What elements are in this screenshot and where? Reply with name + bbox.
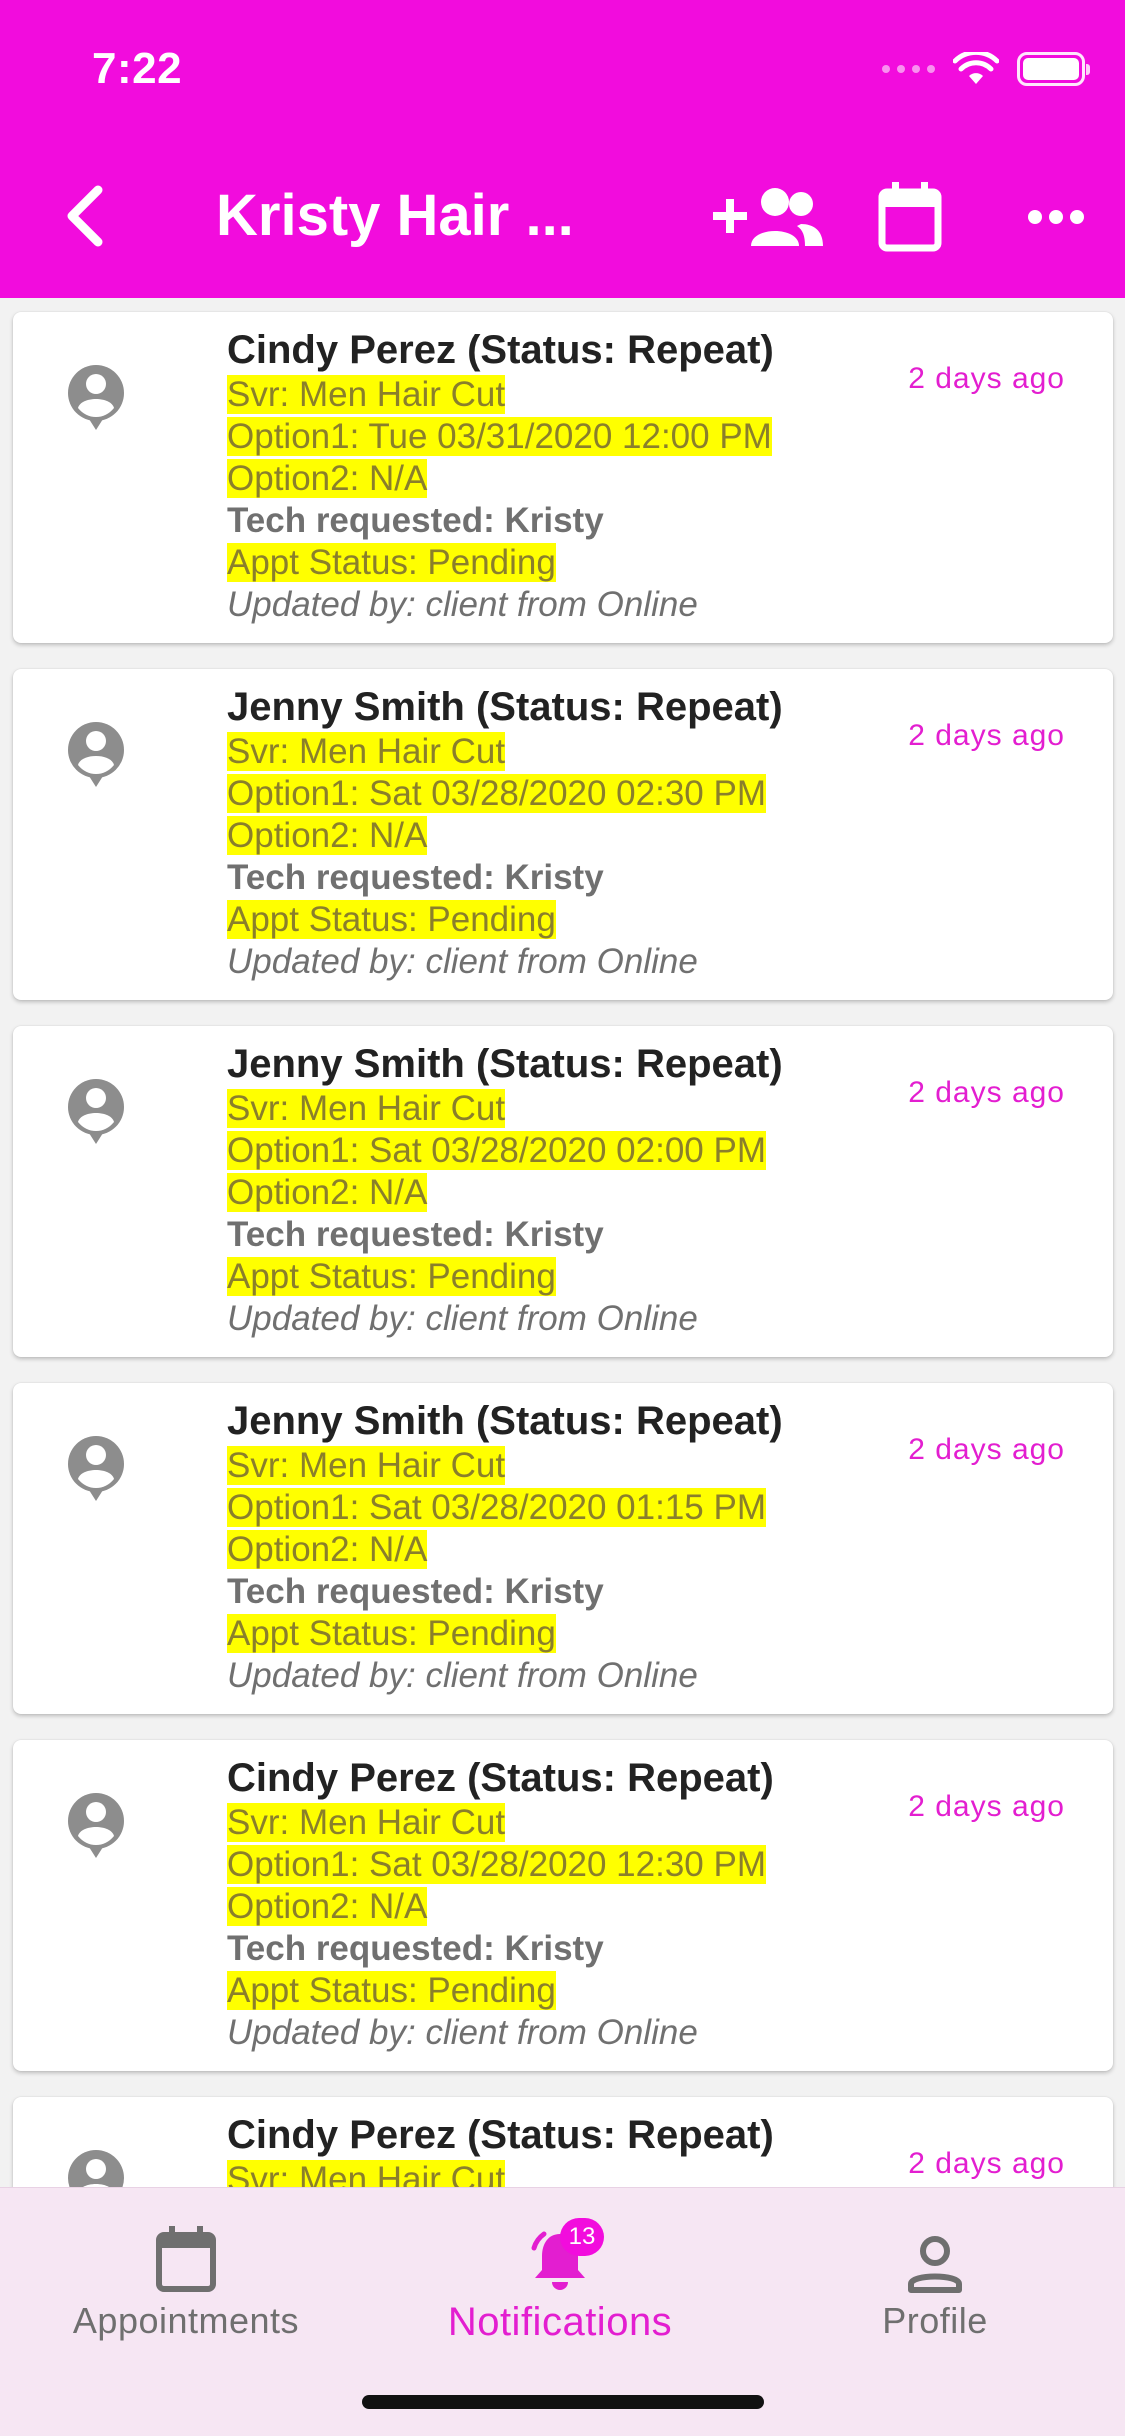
tab-label: Profile: [882, 2300, 988, 2341]
timestamp: 2 days ago: [908, 1790, 1065, 1823]
option1-text: Option1: Sat 03/28/2020 01:15 PM: [227, 1488, 766, 1527]
timestamp: 2 days ago: [908, 2147, 1065, 2180]
option2-text: Option2: N/A: [227, 459, 428, 498]
calendar-icon: [878, 182, 942, 252]
tab-label: Notifications: [447, 2300, 673, 2344]
tech-requested: Tech requested: Kristy: [227, 501, 604, 540]
service-text: Svr: Men Hair Cut: [227, 1803, 506, 1842]
option2-text: Option2: N/A: [227, 1530, 428, 1569]
option2-text: Option2: N/A: [227, 1887, 428, 1926]
battery-icon: [1017, 52, 1090, 86]
option2-text: Option2: N/A: [227, 1173, 428, 1212]
client-name: Jenny Smith (Status: Repeat): [227, 1042, 783, 1086]
tab-notifications[interactable]: 13 Notifications: [390, 2218, 730, 2348]
client-name: Cindy Perez (Status: Repeat): [227, 328, 774, 372]
client-name: Jenny Smith (Status: Repeat): [227, 1399, 783, 1443]
appt-status: Appt Status: Pending: [227, 1257, 556, 1296]
service-text: Svr: Men Hair Cut: [227, 1446, 506, 1485]
option1-text: Option1: Sat 03/28/2020 12:30 PM: [227, 1845, 766, 1884]
home-indicator: [362, 2395, 764, 2409]
page-title: Kristy Hair ...: [216, 183, 574, 248]
updated-by: Updated by: client from Online: [227, 2013, 698, 2052]
back-button[interactable]: [52, 176, 122, 256]
signal-dots-icon: [882, 65, 935, 73]
status-icons: [882, 52, 1090, 86]
notification-card[interactable]: Jenny Smith (Status: Repeat) Svr: Men Ha…: [13, 1383, 1113, 1714]
notification-card[interactable]: Jenny Smith (Status: Repeat) Svr: Men Ha…: [13, 669, 1113, 1000]
account-circle-icon: [68, 1793, 124, 1858]
tab-profile[interactable]: Profile: [765, 2218, 1105, 2348]
appt-status: Appt Status: Pending: [227, 1614, 556, 1653]
account-circle-icon: [68, 722, 124, 787]
tech-requested: Tech requested: Kristy: [227, 1572, 604, 1611]
notification-card[interactable]: Jenny Smith (Status: Repeat) Svr: Men Ha…: [13, 1026, 1113, 1357]
updated-by: Updated by: client from Online: [227, 1299, 698, 1338]
service-text: Svr: Men Hair Cut: [227, 732, 506, 771]
tech-requested: Tech requested: Kristy: [227, 1215, 604, 1254]
client-name: Cindy Perez (Status: Repeat): [227, 1756, 774, 1800]
person-icon: [908, 2236, 962, 2293]
timestamp: 2 days ago: [908, 1433, 1065, 1466]
wifi-icon: [953, 52, 999, 84]
tech-requested: Tech requested: Kristy: [227, 1929, 604, 1968]
updated-by: Updated by: client from Online: [227, 585, 698, 624]
client-name: Cindy Perez (Status: Repeat): [227, 2113, 774, 2157]
notification-badge: 13: [560, 2218, 604, 2256]
account-circle-icon: [68, 1079, 124, 1144]
appt-status: Appt Status: Pending: [227, 900, 556, 939]
add-client-button[interactable]: [712, 172, 824, 262]
tech-requested: Tech requested: Kristy: [227, 858, 604, 897]
service-text: Svr: Men Hair Cut: [227, 1089, 506, 1128]
calendar-icon: [156, 2226, 216, 2292]
option1-text: Option1: Tue 03/31/2020 12:00 PM: [227, 417, 772, 456]
appt-status: Appt Status: Pending: [227, 543, 556, 582]
account-circle-icon: [68, 365, 124, 430]
account-circle-icon: [68, 2150, 124, 2187]
tab-label: Appointments: [72, 2300, 300, 2341]
more-horizontal-icon: [1028, 210, 1084, 224]
option2-text: Option2: N/A: [227, 816, 428, 855]
timestamp: 2 days ago: [908, 1076, 1065, 1109]
appt-status: Appt Status: Pending: [227, 1971, 556, 2010]
timestamp: 2 days ago: [908, 719, 1065, 752]
timestamp: 2 days ago: [908, 362, 1065, 395]
notification-card[interactable]: Cindy Perez (Status: Repeat) Svr: Men Ha…: [13, 312, 1113, 643]
chevron-left-icon: [67, 185, 103, 247]
updated-by: Updated by: client from Online: [227, 942, 698, 981]
service-text: Svr: Men Hair Cut: [227, 2160, 506, 2187]
status-time: 7:22: [92, 44, 183, 93]
option1-text: Option1: Sat 03/28/2020 02:00 PM: [227, 1131, 766, 1170]
service-text: Svr: Men Hair Cut: [227, 375, 506, 414]
notification-card[interactable]: Cindy Perez (Status: Repeat) Svr: Men Ha…: [13, 1740, 1113, 2071]
notification-list[interactable]: Cindy Perez (Status: Repeat) Svr: Men Ha…: [0, 298, 1125, 2187]
tab-appointments[interactable]: Appointments: [16, 2218, 356, 2348]
app-bar: 7:22 Kristy Hair ...: [0, 0, 1125, 298]
calendar-button[interactable]: [870, 172, 950, 262]
more-button[interactable]: [1020, 172, 1092, 262]
account-circle-icon: [68, 1436, 124, 1501]
person-add-icon: [713, 188, 823, 246]
notification-card[interactable]: Cindy Perez (Status: Repeat) Svr: Men Ha…: [13, 2097, 1113, 2187]
option1-text: Option1: Sat 03/28/2020 02:30 PM: [227, 774, 766, 813]
updated-by: Updated by: client from Online: [227, 1656, 698, 1695]
client-name: Jenny Smith (Status: Repeat): [227, 685, 783, 729]
